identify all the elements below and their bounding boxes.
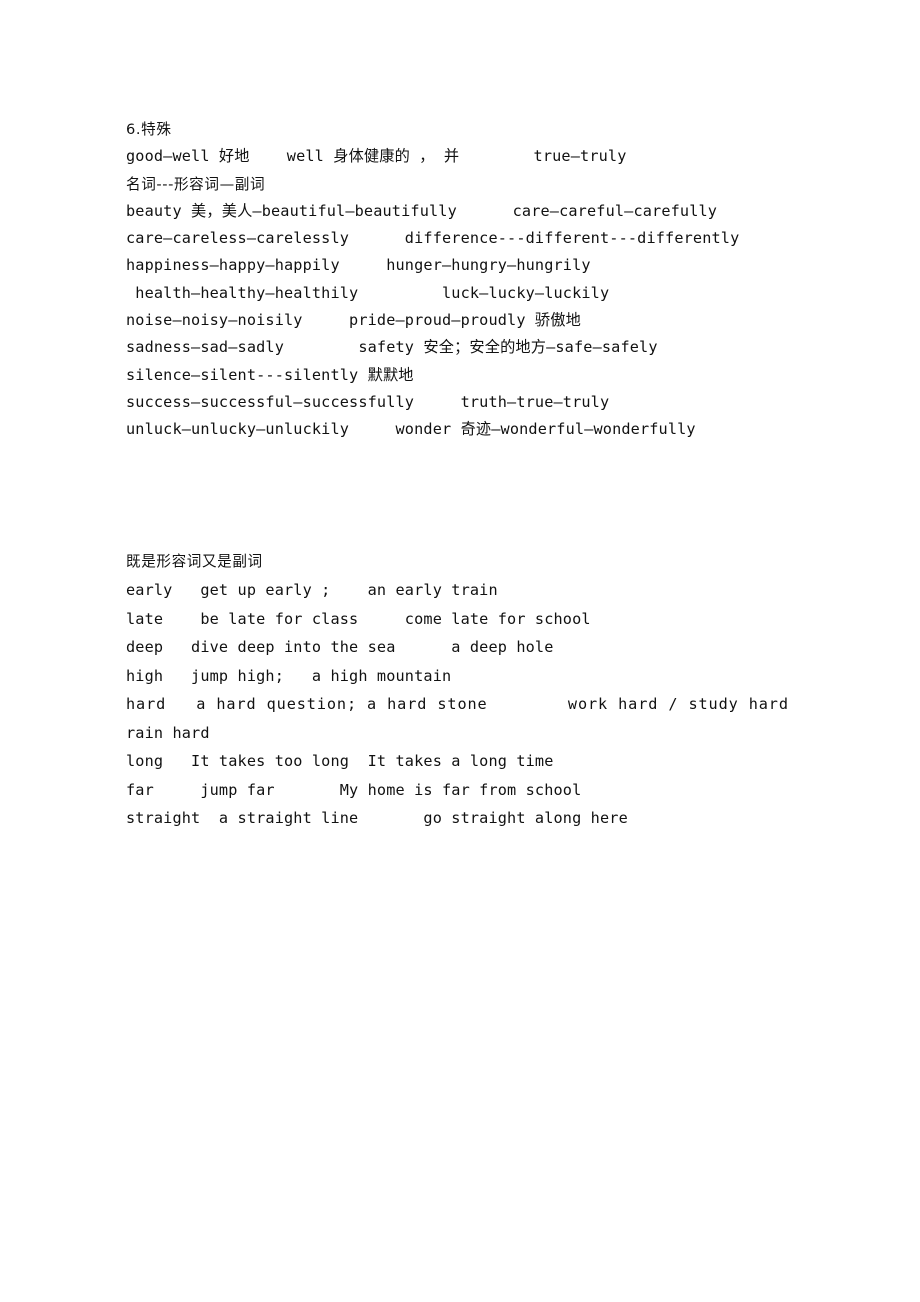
text-line: success—successful—successfully truth—tr…: [126, 392, 610, 411]
text-line: good—well 好地 well 身体健康的 ， 并 true—truly: [126, 147, 627, 166]
text-line: silence—silent---silently 默默地: [126, 365, 414, 384]
section-special-adverbs: 6.特殊 good—well 好地 well 身体健康的 ， 并 true—tr…: [126, 116, 821, 444]
text-line: beauty 美，美人—beautiful—beautifully care—c…: [126, 201, 718, 220]
text-line: early get up early ; an early train: [126, 581, 498, 600]
section-adj-and-adv: 既是形容词又是副词 early get up early ; an early …: [126, 548, 821, 833]
text-line: 名词---形容词—副词: [126, 175, 266, 193]
text-line: straight a straight line go straight alo…: [126, 809, 628, 828]
text-line: care—careless—carelessly difference---di…: [126, 229, 740, 248]
text-line: far jump far My home is far from school: [126, 780, 582, 799]
section-heading-special: 6.特殊: [126, 121, 172, 138]
text-line: unluck—unlucky—unluckily wonder 奇迹—wonde…: [126, 420, 696, 439]
document-content: 6.特殊 good—well 好地 well 身体健康的 ， 并 true—tr…: [126, 116, 821, 833]
text-line: hard a hard question; a hard stone work …: [126, 695, 789, 714]
text-line: late be late for class come late for sch…: [126, 609, 591, 628]
text-line: deep dive deep into the sea a deep hole: [126, 638, 554, 657]
text-line: happiness—happy—happily hunger—hungry—hu…: [126, 256, 591, 275]
text-line: long It takes too long It takes a long t…: [126, 752, 554, 771]
section-heading-adj-adv: 既是形容词又是副词: [126, 552, 263, 570]
document-page: 6.特殊 good—well 好地 well 身体健康的 ， 并 true—tr…: [0, 0, 920, 1302]
text-line: rain hard: [126, 723, 210, 742]
text-line: noise—noisy—noisily pride—proud—proudly …: [126, 311, 581, 330]
text-line: sadness—sad—sadly safety 安全；安全的地方—safe—s…: [126, 338, 658, 357]
text-line: health—healthy—healthily luck—lucky—luck…: [126, 283, 610, 302]
text-line: high jump high; a high mountain: [126, 666, 452, 685]
